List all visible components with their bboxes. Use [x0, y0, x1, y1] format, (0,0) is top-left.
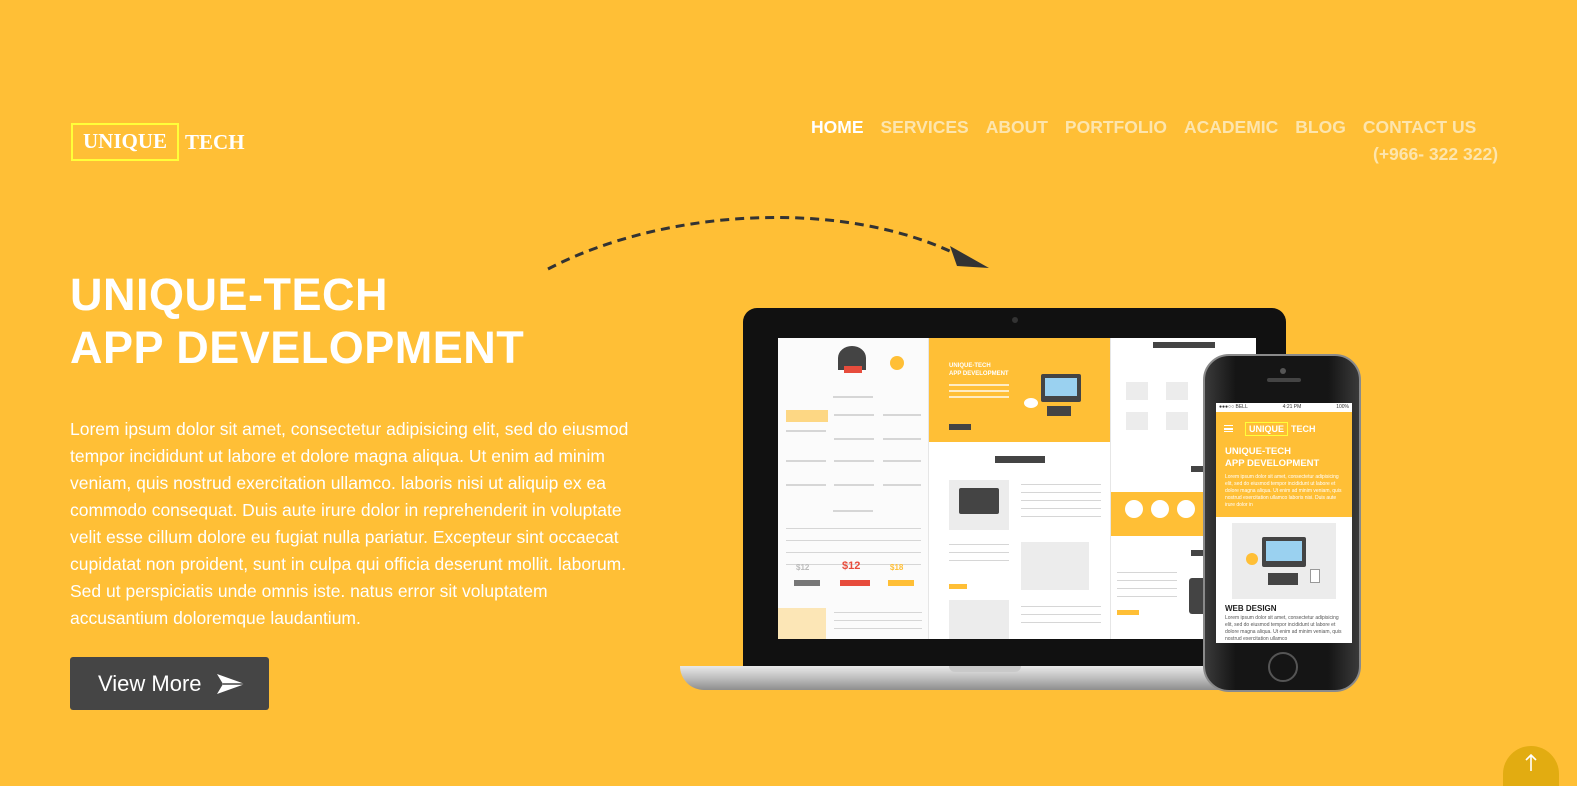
view-more-button[interactable]: View More	[70, 657, 269, 710]
phone-illustration	[1232, 523, 1336, 599]
phone-hero: UNIQUE TECH UNIQUE-TECH APP DEVELOPMENT …	[1216, 412, 1352, 517]
mockup-column-features: $12 $12 $18	[778, 338, 929, 639]
phone-hero-title: UNIQUE-TECH APP DEVELOPMENT	[1225, 446, 1320, 469]
phone-screen: ●●●○○ BELL 4:21 PM 100% UNIQUE TECH UNIQ…	[1216, 403, 1352, 643]
phone-hero-text: Lorem ipsum dolor sit amet, consectetur …	[1225, 474, 1342, 508]
laptop-camera	[1012, 317, 1018, 323]
phone-home-button	[1268, 652, 1298, 682]
phone-section-title: WEB DESIGN	[1225, 604, 1277, 613]
hero-title-line2: APP DEVELOPMENT	[70, 322, 525, 373]
hamburger-menu-icon	[1224, 425, 1233, 432]
nav-item-portfolio[interactable]: PORTFOLIO	[1065, 117, 1167, 138]
scroll-to-top-button[interactable]	[1503, 746, 1559, 786]
phone-logo: UNIQUE TECH	[1245, 422, 1316, 436]
nav-item-blog[interactable]: BLOG	[1295, 117, 1346, 138]
view-more-label: View More	[98, 670, 202, 696]
nav-item-home[interactable]: HOME	[811, 117, 864, 138]
laptop-notch	[949, 666, 1021, 672]
hero-description: Lorem ipsum dolor sit amet, consectetur …	[70, 419, 629, 628]
mockup-price-2: $12	[842, 560, 861, 572]
hero-title-line1: UNIQUE-TECH	[70, 269, 388, 320]
phone-status-bar: ●●●○○ BELL 4:21 PM 100%	[1219, 404, 1349, 410]
laptop-mockup: $12 $12 $18 UNIQUE-TECH APP DEVELOPMENT	[680, 308, 1290, 698]
phone-number[interactable]: (+966- 322 322)	[1373, 144, 1498, 165]
laptop-screen: $12 $12 $18 UNIQUE-TECH APP DEVELOPMENT	[778, 338, 1256, 639]
logo-tail-text: TECH	[185, 129, 245, 154]
nav-item-contact-us[interactable]: CONTACT US	[1363, 117, 1476, 138]
phone-mockup: ●●●○○ BELL 4:21 PM 100% UNIQUE TECH UNIQ…	[1203, 354, 1361, 692]
logo[interactable]: UNIQUE TECH	[71, 123, 245, 162]
mockup-column-hero: UNIQUE-TECH APP DEVELOPMENT	[929, 338, 1111, 639]
arrow-up-icon	[1525, 754, 1537, 771]
mockup-price-3: $18	[890, 563, 904, 572]
paper-plane-icon	[216, 672, 246, 696]
mockup-laptop-title: UNIQUE-TECH APP DEVELOPMENT	[949, 363, 1009, 377]
mockup-price-1: $12	[796, 563, 810, 572]
phone-section-text: Lorem ipsum dolor sit amet, consectetur …	[1225, 615, 1342, 642]
hero-title: UNIQUE-TECH APP DEVELOPMENT	[70, 268, 524, 374]
nav-item-services[interactable]: SERVICES	[881, 117, 969, 138]
logo-boxed-text: UNIQUE	[71, 123, 180, 162]
phone-speaker	[1267, 378, 1301, 382]
dashed-arrow-icon	[547, 215, 989, 271]
phone-camera	[1280, 368, 1286, 374]
nav-item-about[interactable]: ABOUT	[986, 117, 1048, 138]
nav-item-academic[interactable]: ACADEMIC	[1184, 117, 1278, 138]
main-nav: HOME SERVICES ABOUT PORTFOLIO ACADEMIC B…	[811, 117, 1476, 138]
